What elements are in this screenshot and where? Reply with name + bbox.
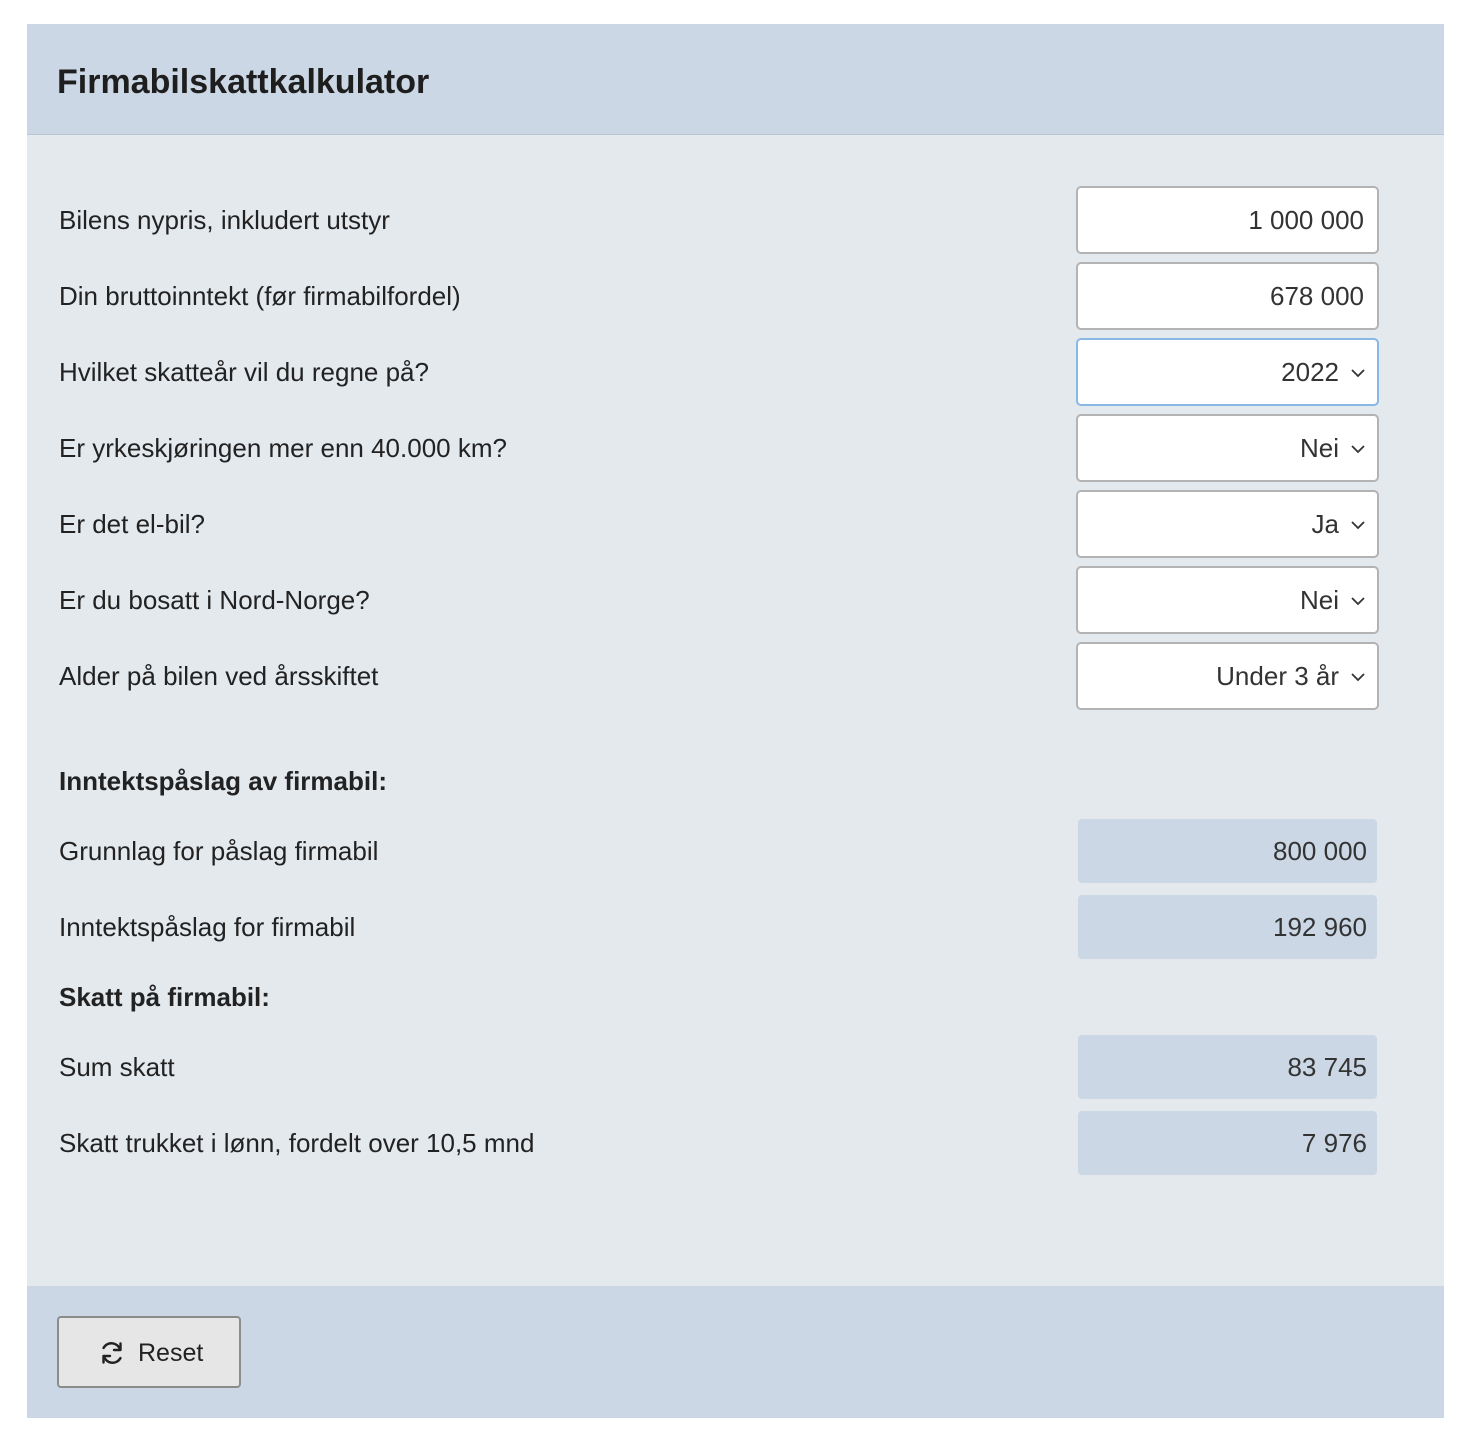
row-tax-year: Hvilket skatteår vil du regne på? 2022 [27, 338, 1444, 406]
tax-section-heading: Skatt på firmabil: [59, 982, 270, 1012]
monthly-tax-label: Skatt trukket i lønn, fordelt over 10,5 … [59, 1128, 535, 1158]
income-addition-output: 192 960 [1078, 895, 1377, 959]
calculator-card: Firmabilskattkalkulator Bilens nypris, i… [27, 24, 1444, 1418]
row-work-driving: Er yrkeskjøringen mer enn 40.000 km? Nei [27, 414, 1444, 482]
car-age-value: Under 3 år [1216, 661, 1339, 691]
car-age-label: Alder på bilen ved årsskiftet [59, 661, 379, 691]
chevron-down-icon [1351, 597, 1365, 606]
monthly-tax-output: 7 976 [1078, 1111, 1377, 1175]
work-driving-value: Nei [1299, 433, 1339, 463]
north-norway-value: Nei [1299, 585, 1339, 615]
tax-year-select[interactable]: 2022 [1076, 338, 1379, 406]
north-norway-select[interactable]: Nei [1076, 566, 1379, 634]
north-norway-label: Er du bosatt i Nord-Norge? [59, 585, 370, 615]
row-north-norway: Er du bosatt i Nord-Norge? Nei [27, 566, 1444, 634]
tax-year-value: 2022 [1281, 357, 1339, 387]
chevron-down-icon [1351, 445, 1365, 454]
row-electric-car: Er det el-bil? Ja [27, 490, 1444, 558]
chevron-down-icon [1351, 673, 1365, 682]
tax-year-label: Hvilket skatteår vil du regne på? [59, 357, 429, 387]
car-price-input[interactable]: 1 000 000 [1076, 186, 1379, 254]
calculator-header: Firmabilskattkalkulator [27, 24, 1444, 135]
car-price-label: Bilens nypris, inkludert utstyr [59, 205, 390, 235]
row-car-age: Alder på bilen ved årsskiftet Under 3 år [27, 642, 1444, 710]
work-driving-label: Er yrkeskjøringen mer enn 40.000 km? [59, 433, 507, 463]
income-addition-label: Inntektspåslag for firmabil [59, 912, 356, 942]
row-base-amount: Grunnlag for påslag firmabil 800 000 [27, 819, 1444, 883]
row-car-price: Bilens nypris, inkludert utstyr 1 000 00… [27, 186, 1444, 254]
page-title: Firmabilskattkalkulator [57, 63, 430, 101]
car-age-select[interactable]: Under 3 år [1076, 642, 1379, 710]
income-section-heading: Inntektspåslag av firmabil: [59, 766, 387, 796]
row-income-addition: Inntektspåslag for firmabil 192 960 [27, 895, 1444, 959]
gross-income-label: Din bruttoinntekt (før firmabilfordel) [59, 281, 461, 311]
row-monthly-tax: Skatt trukket i lønn, fordelt over 10,5 … [27, 1111, 1444, 1175]
electric-car-select[interactable]: Ja [1076, 490, 1379, 558]
reset-button[interactable]: Reset [57, 1316, 241, 1388]
refresh-icon [102, 1342, 122, 1364]
total-tax-output: 83 745 [1078, 1035, 1377, 1099]
reset-label: Reset [138, 1339, 204, 1367]
total-tax-label: Sum skatt [59, 1052, 175, 1082]
calculator-footer: Reset [27, 1286, 1444, 1418]
row-total-tax: Sum skatt 83 745 [27, 1035, 1444, 1099]
electric-car-label: Er det el-bil? [59, 509, 205, 539]
base-amount-output: 800 000 [1078, 819, 1377, 883]
chevron-down-icon [1351, 521, 1365, 530]
row-gross-income: Din bruttoinntekt (før firmabilfordel) 6… [27, 262, 1444, 330]
electric-car-value: Ja [1311, 509, 1339, 539]
gross-income-input[interactable]: 678 000 [1076, 262, 1379, 330]
chevron-down-icon [1351, 369, 1365, 378]
base-amount-label: Grunnlag for påslag firmabil [59, 836, 379, 866]
work-driving-select[interactable]: Nei [1076, 414, 1379, 482]
